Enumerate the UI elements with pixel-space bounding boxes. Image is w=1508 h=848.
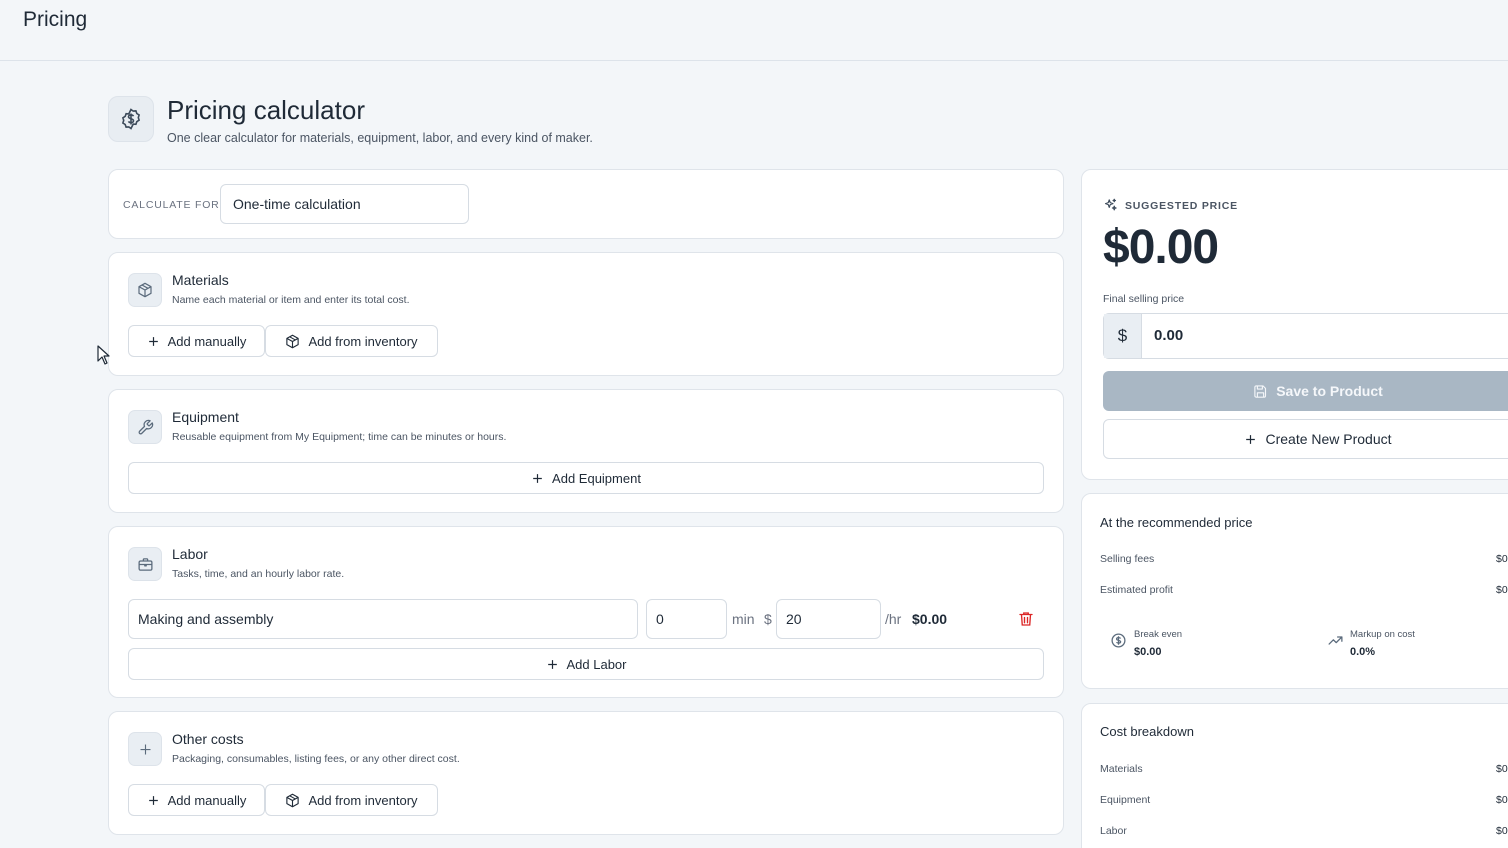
breakdown-materials-value: $0 bbox=[1496, 763, 1508, 775]
break-even-value: $0.00 bbox=[1134, 646, 1162, 658]
estimated-profit-value: $0 bbox=[1496, 584, 1508, 596]
calculate-for-label: CALCULATE FOR bbox=[123, 199, 220, 211]
save-to-product-label: Save to Product bbox=[1276, 383, 1383, 399]
selling-fees-value: $0 bbox=[1496, 553, 1508, 565]
wrench-icon bbox=[128, 410, 162, 444]
cost-breakdown-title: Cost breakdown bbox=[1100, 724, 1194, 739]
suggested-price-value: $0.00 bbox=[1103, 221, 1219, 274]
labor-task-input[interactable]: Making and assembly bbox=[128, 599, 638, 639]
plus-icon bbox=[148, 795, 158, 805]
package-icon bbox=[286, 334, 300, 348]
dollar-circle-icon bbox=[108, 96, 154, 142]
save-to-product-button[interactable]: Save to Product bbox=[1103, 371, 1508, 411]
breakdown-materials-label: Materials bbox=[1100, 763, 1143, 775]
briefcase-icon bbox=[128, 547, 162, 581]
breakdown-equipment-label: Equipment bbox=[1100, 794, 1151, 806]
mouse-cursor-icon bbox=[97, 345, 111, 370]
trash-icon[interactable] bbox=[1017, 610, 1035, 628]
package-icon bbox=[286, 793, 300, 807]
other-costs-subtitle: Packaging, consumables, listing fees, or… bbox=[172, 753, 460, 765]
currency-prefix: $ bbox=[1104, 314, 1142, 358]
rate-currency: $ bbox=[764, 611, 772, 627]
estimated-profit-label: Estimated profit bbox=[1100, 584, 1173, 596]
labor-minutes-input[interactable]: 0 bbox=[646, 599, 727, 639]
add-manually-label: Add manually bbox=[167, 333, 247, 349]
page-header-title: Pricing bbox=[23, 8, 88, 31]
other-costs-card: Other costs Packaging, consumables, list… bbox=[108, 711, 1064, 835]
labor-row-total: $0.00 bbox=[912, 611, 948, 627]
trending-up-icon bbox=[1325, 630, 1345, 650]
calculate-for-select[interactable]: One-time calculation bbox=[220, 184, 469, 224]
suggested-price-label-row: SUGGESTED PRICE bbox=[1103, 198, 1238, 213]
top-bar: Pricing bbox=[0, 0, 1508, 61]
markup-on-cost-label: Markup on cost bbox=[1350, 629, 1415, 640]
other-add-from-inventory-button[interactable]: Add from inventory bbox=[265, 784, 438, 816]
add-manually-label: Add manually bbox=[167, 792, 247, 808]
markup-on-cost-value: 0.0% bbox=[1350, 646, 1376, 658]
plus-icon bbox=[547, 659, 557, 669]
minutes-unit: min bbox=[732, 611, 755, 627]
materials-add-manually-button[interactable]: Add manually bbox=[128, 325, 265, 357]
labor-subtitle: Tasks, time, and an hourly labor rate. bbox=[172, 568, 345, 580]
rate-unit: /hr bbox=[885, 611, 902, 627]
breakdown-equipment-value: $0 bbox=[1496, 794, 1508, 806]
cost-breakdown-card: Cost breakdown Materials $0 Equipment $0… bbox=[1081, 703, 1508, 848]
add-labor-label: Add Labor bbox=[566, 656, 627, 672]
break-even-label: Break even bbox=[1134, 629, 1183, 640]
add-from-inventory-label: Add from inventory bbox=[308, 792, 418, 808]
equipment-subtitle: Reusable equipment from My Equipment; ti… bbox=[172, 431, 507, 443]
suggested-price-label: SUGGESTED PRICE bbox=[1125, 199, 1238, 212]
equipment-card: Equipment Reusable equipment from My Equ… bbox=[108, 389, 1064, 513]
other-add-manually-button[interactable]: Add manually bbox=[128, 784, 265, 816]
final-selling-price-input[interactable]: 0.00 bbox=[1154, 327, 1183, 344]
dollar-circle-icon bbox=[1108, 630, 1128, 650]
calculate-for-card: CALCULATE FOR One-time calculation bbox=[108, 169, 1064, 239]
page-title: Pricing calculator bbox=[167, 95, 365, 125]
labor-rate-input[interactable]: 20 bbox=[776, 599, 881, 639]
suggested-price-card: SUGGESTED PRICE $0.00 Final selling pric… bbox=[1081, 169, 1508, 480]
add-equipment-label: Add Equipment bbox=[552, 470, 641, 486]
page-subtitle: One clear calculator for materials, equi… bbox=[167, 131, 593, 145]
plus-icon bbox=[128, 732, 162, 766]
package-icon bbox=[128, 273, 162, 307]
breakdown-labor-label: Labor bbox=[1100, 825, 1127, 837]
create-new-product-label: Create New Product bbox=[1265, 431, 1392, 447]
selling-fees-label: Selling fees bbox=[1100, 553, 1155, 565]
recommended-price-card: At the recommended price Selling fees $0… bbox=[1081, 493, 1508, 689]
other-costs-title: Other costs bbox=[172, 731, 244, 747]
equipment-title: Equipment bbox=[172, 409, 239, 425]
breakdown-labor-value: $0 bbox=[1496, 825, 1508, 837]
materials-subtitle: Name each material or item and enter its… bbox=[172, 294, 410, 306]
create-new-product-button[interactable]: Create New Product bbox=[1103, 419, 1508, 459]
plus-icon bbox=[1246, 434, 1256, 444]
add-equipment-button[interactable]: Add Equipment bbox=[128, 462, 1044, 494]
plus-icon bbox=[148, 336, 158, 346]
plus-icon bbox=[533, 473, 542, 483]
labor-card: Labor Tasks, time, and an hourly labor r… bbox=[108, 526, 1064, 698]
final-selling-price-label: Final selling price bbox=[1103, 293, 1185, 305]
recommended-title: At the recommended price bbox=[1100, 515, 1253, 530]
add-from-inventory-label: Add from inventory bbox=[308, 333, 418, 349]
materials-add-from-inventory-button[interactable]: Add from inventory bbox=[265, 325, 438, 357]
sparkles-icon bbox=[1104, 198, 1117, 211]
labor-title: Labor bbox=[172, 546, 208, 562]
materials-card: Materials Name each material or item and… bbox=[108, 252, 1064, 376]
final-selling-price-field[interactable]: $ 0.00 bbox=[1103, 313, 1508, 359]
add-labor-button[interactable]: Add Labor bbox=[128, 648, 1044, 680]
save-icon bbox=[1254, 384, 1267, 398]
materials-title: Materials bbox=[172, 272, 229, 288]
